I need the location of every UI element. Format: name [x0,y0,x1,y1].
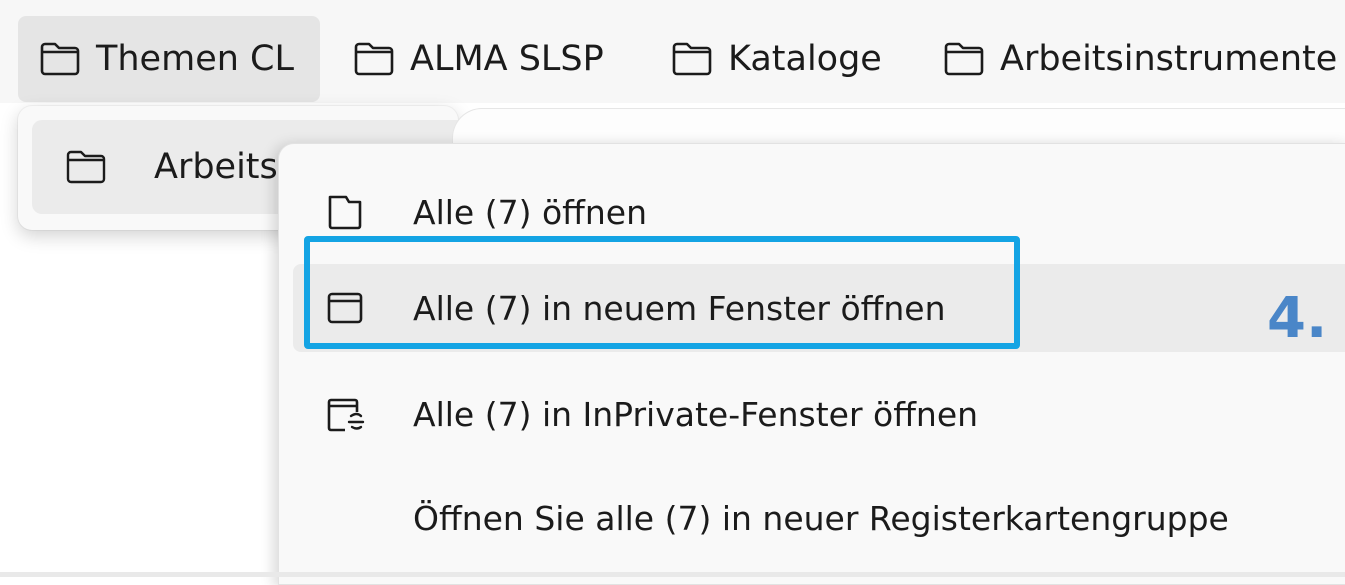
menu-item-label: Öffnen Sie alle (7) in neuer Registerkar… [413,498,1229,538]
divider [0,572,1345,577]
folder-icon [672,42,712,76]
folder-icon [40,42,80,76]
bookmark-folder-alma-slsp[interactable]: ALMA SLSP [354,16,604,102]
folder-icon [354,42,394,76]
folder-icon [944,42,984,76]
bookmark-label: ALMA SLSP [410,39,604,79]
tab-icon [325,192,365,232]
bookmark-label: Kataloge [728,39,882,79]
menu-item-open-all-tab-group[interactable]: Öffnen Sie alle (7) in neuer Registerkar… [293,474,1345,562]
menu-item-label: Alle (7) öffnen [413,192,647,232]
bookmark-folder-kataloge[interactable]: Kataloge [672,16,882,102]
context-menu: Alle (7) öffnen Alle (7) in neuem Fenste… [278,143,1345,585]
annotation-highlight-box [304,236,1020,349]
bookmark-folder-themen-cl[interactable]: Themen CL [18,16,320,102]
menu-item-open-all-inprivate[interactable]: Alle (7) in InPrivate-Fenster öffnen [293,370,1345,458]
menu-item-label: Alle (7) in InPrivate-Fenster öffnen [413,394,979,434]
folder-icon [66,150,106,184]
bookmark-label: Arbeitsinstrumente [1000,39,1338,79]
inprivate-window-icon [325,394,365,434]
bookmark-label: Themen CL [96,39,294,79]
favorites-bar: Themen CL ALMA SLSP Kataloge Arbeitsinst… [0,0,1345,103]
background-panel [452,108,1345,145]
submenu-item-label: Arbeits [154,147,278,187]
bookmark-folder-arbeitsinstrumente[interactable]: Arbeitsinstrumente [944,16,1337,102]
annotation-step-number: 4. [1267,286,1328,351]
